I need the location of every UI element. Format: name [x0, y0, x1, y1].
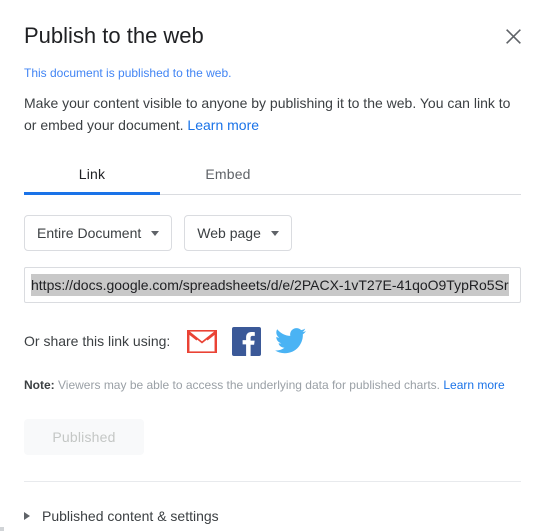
- published-content-settings-toggle[interactable]: Published content & settings: [24, 508, 219, 524]
- published-content-settings-label: Published content & settings: [42, 508, 219, 524]
- note-learn-more-link[interactable]: Learn more: [443, 378, 504, 392]
- triangle-right-icon: [24, 512, 30, 520]
- note-body: Viewers may be able to access the underl…: [58, 378, 441, 392]
- dialog-corner-mark: [0, 527, 4, 531]
- scope-select[interactable]: Entire Document: [24, 215, 173, 251]
- share-label: Or share this link using:: [24, 333, 171, 349]
- publish-status-text: This document is published to the web.: [24, 66, 232, 80]
- description-body: Make your content visible to anyone by p…: [24, 95, 511, 133]
- share-row: Or share this link using:: [24, 325, 521, 357]
- dialog-header: Publish to the web: [0, 0, 545, 50]
- facebook-icon: [231, 326, 261, 356]
- published-url-field[interactable]: https://docs.google.com/spreadsheets/d/e…: [24, 267, 521, 303]
- publish-options-row: Entire Document Web page: [24, 215, 521, 251]
- chevron-down-icon: [270, 230, 279, 236]
- dialog-body: This document is published to the web. M…: [0, 65, 545, 482]
- published-url-value: https://docs.google.com/spreadsheets/d/e…: [31, 274, 509, 296]
- description-text: Make your content visible to anyone by p…: [24, 92, 521, 136]
- note-text: Note: Viewers may be able to access the …: [24, 377, 521, 393]
- share-twitter-button[interactable]: [274, 325, 306, 357]
- format-select[interactable]: Web page: [184, 215, 292, 251]
- chevron-down-icon: [151, 230, 160, 236]
- dialog-footer: Published content & settings: [0, 508, 545, 524]
- close-icon: [505, 28, 521, 44]
- footer-divider: [24, 481, 521, 482]
- published-button[interactable]: Published: [24, 419, 144, 455]
- gmail-icon: [187, 329, 218, 353]
- description-learn-more-link[interactable]: Learn more: [187, 117, 259, 133]
- twitter-icon: [274, 328, 306, 354]
- format-select-value: Web page: [197, 225, 261, 241]
- tab-link[interactable]: Link: [24, 156, 160, 195]
- close-button[interactable]: [499, 22, 527, 50]
- share-gmail-button[interactable]: [186, 325, 218, 357]
- publish-to-web-dialog: Publish to the web This document is publ…: [0, 0, 545, 531]
- action-row: Published: [24, 419, 521, 455]
- tab-embed[interactable]: Embed: [160, 156, 296, 194]
- note-prefix: Note:: [24, 378, 55, 392]
- tab-bar: Link Embed: [24, 156, 521, 195]
- page-title: Publish to the web: [24, 23, 204, 48]
- share-facebook-button[interactable]: [230, 325, 262, 357]
- scope-select-value: Entire Document: [37, 225, 142, 241]
